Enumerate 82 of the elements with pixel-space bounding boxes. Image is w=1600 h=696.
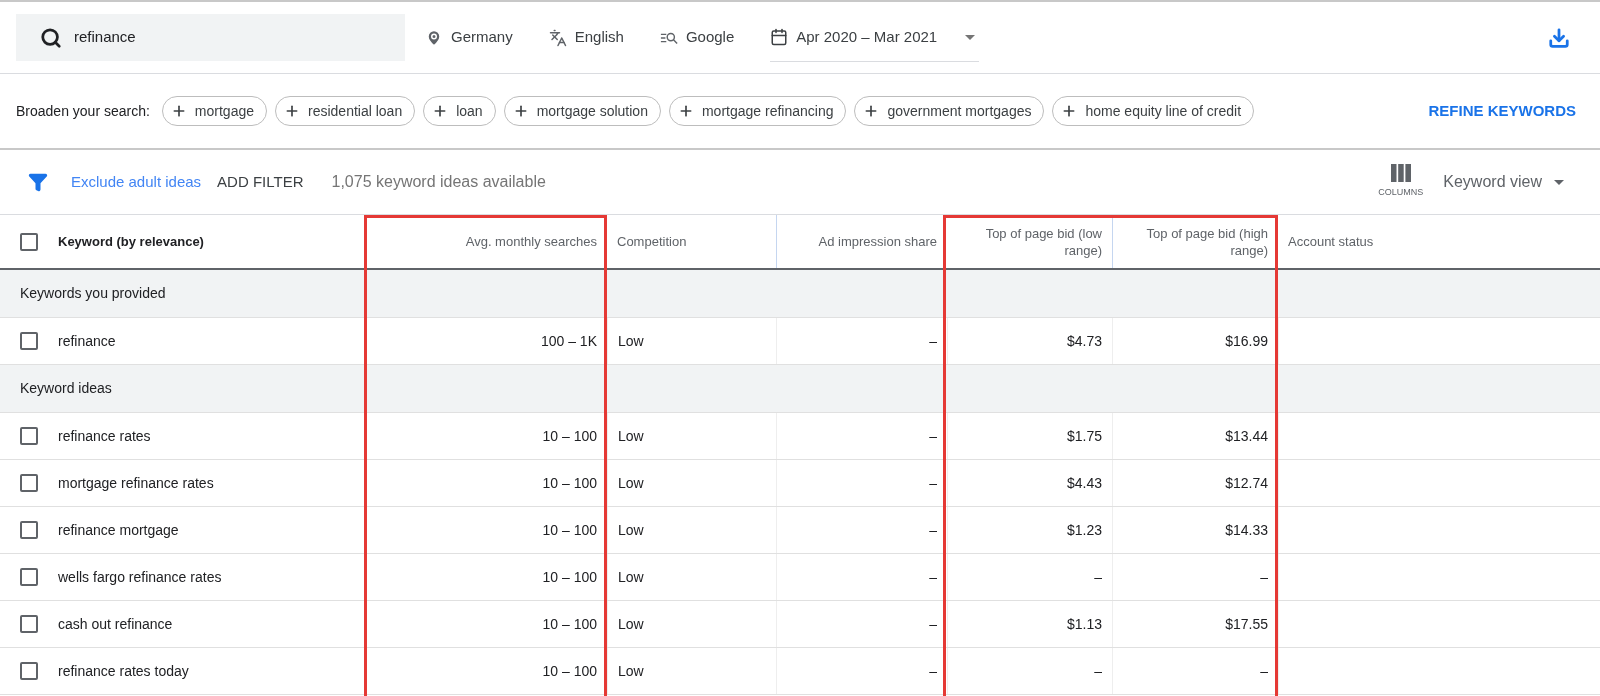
targeting-selector[interactable]: Google [659, 26, 735, 49]
table-cell-text: refinance rates today [58, 661, 189, 681]
table-cell-text: – [929, 520, 937, 540]
table-cell-text: $4.43 [1066, 473, 1102, 493]
search-icon [40, 26, 62, 49]
checkbox[interactable] [20, 615, 38, 633]
checkbox[interactable] [20, 662, 38, 680]
table-cell-text: Low [618, 331, 644, 351]
table-cell-text: – [929, 473, 937, 493]
checkbox[interactable] [20, 332, 38, 350]
table-cell-text: 10 – 100 [542, 614, 597, 634]
table-cell-text: Low [618, 567, 644, 587]
plus-icon [284, 103, 300, 119]
checkbox[interactable] [20, 232, 38, 251]
targeting-selector[interactable]: Germany [425, 26, 513, 49]
checkbox[interactable] [20, 427, 38, 445]
table-cell-text: 10 – 100 [542, 567, 597, 587]
table-cell-text: – [1260, 567, 1268, 587]
column-header[interactable]: Competition [607, 215, 776, 268]
table-cell-text: $17.55 [1225, 614, 1268, 634]
table-cell-text: mortgage refinance rates [58, 473, 214, 493]
targeting-selector[interactable]: English [548, 26, 624, 49]
network-search-icon [659, 30, 678, 45]
table-cell-text: 10 – 100 [542, 661, 597, 681]
table-cell-text: – [1260, 661, 1268, 681]
table-cell-text: Low [618, 520, 644, 540]
table-cell-text: – [929, 614, 937, 634]
checkbox[interactable] [20, 521, 38, 539]
column-header[interactable]: Ad impression share [776, 215, 947, 268]
exclude-adult-ideas-link[interactable]: Exclude adult ideas [71, 170, 202, 194]
date-range-selector[interactable]: Apr 2020 – Mar 2021 [770, 13, 980, 62]
table-cell-text: refinance rates [58, 426, 151, 446]
location-pin-icon [425, 28, 443, 47]
table-cell-text: – [1094, 661, 1102, 681]
table-cell-text: $13.44 [1225, 426, 1268, 446]
table-cell-text: Low [618, 661, 644, 681]
keyword-count: 1,075 keyword ideas available [331, 172, 546, 192]
table-cell-text: – [929, 661, 937, 681]
table-cell-text: – [1094, 567, 1102, 587]
add-filter-button[interactable]: ADD FILTER [217, 170, 304, 194]
column-header[interactable]: Keyword (by relevance) [0, 215, 368, 268]
broaden-label: Broaden your search: [16, 101, 150, 121]
table-cell-text: $1.23 [1066, 520, 1102, 540]
column-header[interactable]: Top of page bid (high range) [1112, 215, 1278, 268]
dropdown-caret-icon [965, 34, 976, 40]
table-cell-text: – [929, 331, 937, 351]
table-cell-text: – [929, 426, 937, 446]
dropdown-caret-icon [1554, 179, 1564, 185]
calendar-icon [770, 28, 789, 46]
table-cell-text: – [929, 567, 937, 587]
table-cell-text: refinance mortgage [58, 520, 179, 540]
table-cell-text: 100 – 1K [540, 331, 597, 351]
filter-icon[interactable] [28, 172, 48, 192]
download-icon[interactable] [1548, 26, 1570, 49]
table-cell-text: 10 – 100 [542, 473, 597, 493]
column-header[interactable]: Top of page bid (low range) [947, 215, 1112, 268]
table-cell-text: $4.73 [1066, 331, 1102, 351]
table-cell-text: $1.75 [1066, 426, 1102, 446]
search-field[interactable]: refinance [16, 14, 405, 61]
columns-icon [1390, 164, 1411, 183]
keyword-view-selector[interactable]: Keyword view [1443, 170, 1564, 194]
table-cell-text: Low [618, 473, 644, 493]
group-heading: Keywords you provided [20, 284, 166, 303]
column-header[interactable]: Account status [1278, 215, 1600, 268]
group-heading: Keyword ideas [20, 379, 112, 398]
refine-keywords-button[interactable]: REFINE KEYWORDS [1428, 99, 1576, 123]
table-cell-text: Low [618, 426, 644, 446]
columns-button[interactable]: COLUMNS [1378, 164, 1424, 200]
table-cell-text: refinance [58, 331, 116, 351]
table-cell-text: wells fargo refinance rates [58, 567, 222, 587]
table-cell-text: Low [618, 614, 644, 634]
checkbox[interactable] [20, 474, 38, 492]
checkbox[interactable] [20, 568, 38, 586]
table-cell-text: $14.33 [1225, 520, 1268, 540]
translate-icon [548, 28, 567, 47]
column-header[interactable]: Avg. monthly searches [368, 215, 607, 268]
table-cell-text: 10 – 100 [542, 520, 597, 540]
table-cell-text: 10 – 100 [542, 426, 597, 446]
table-cell-text: $12.74 [1225, 473, 1268, 493]
table-cell-text: $16.99 [1225, 331, 1268, 351]
table-cell-text: cash out refinance [58, 614, 173, 634]
table-cell-text: $1.13 [1066, 614, 1102, 634]
